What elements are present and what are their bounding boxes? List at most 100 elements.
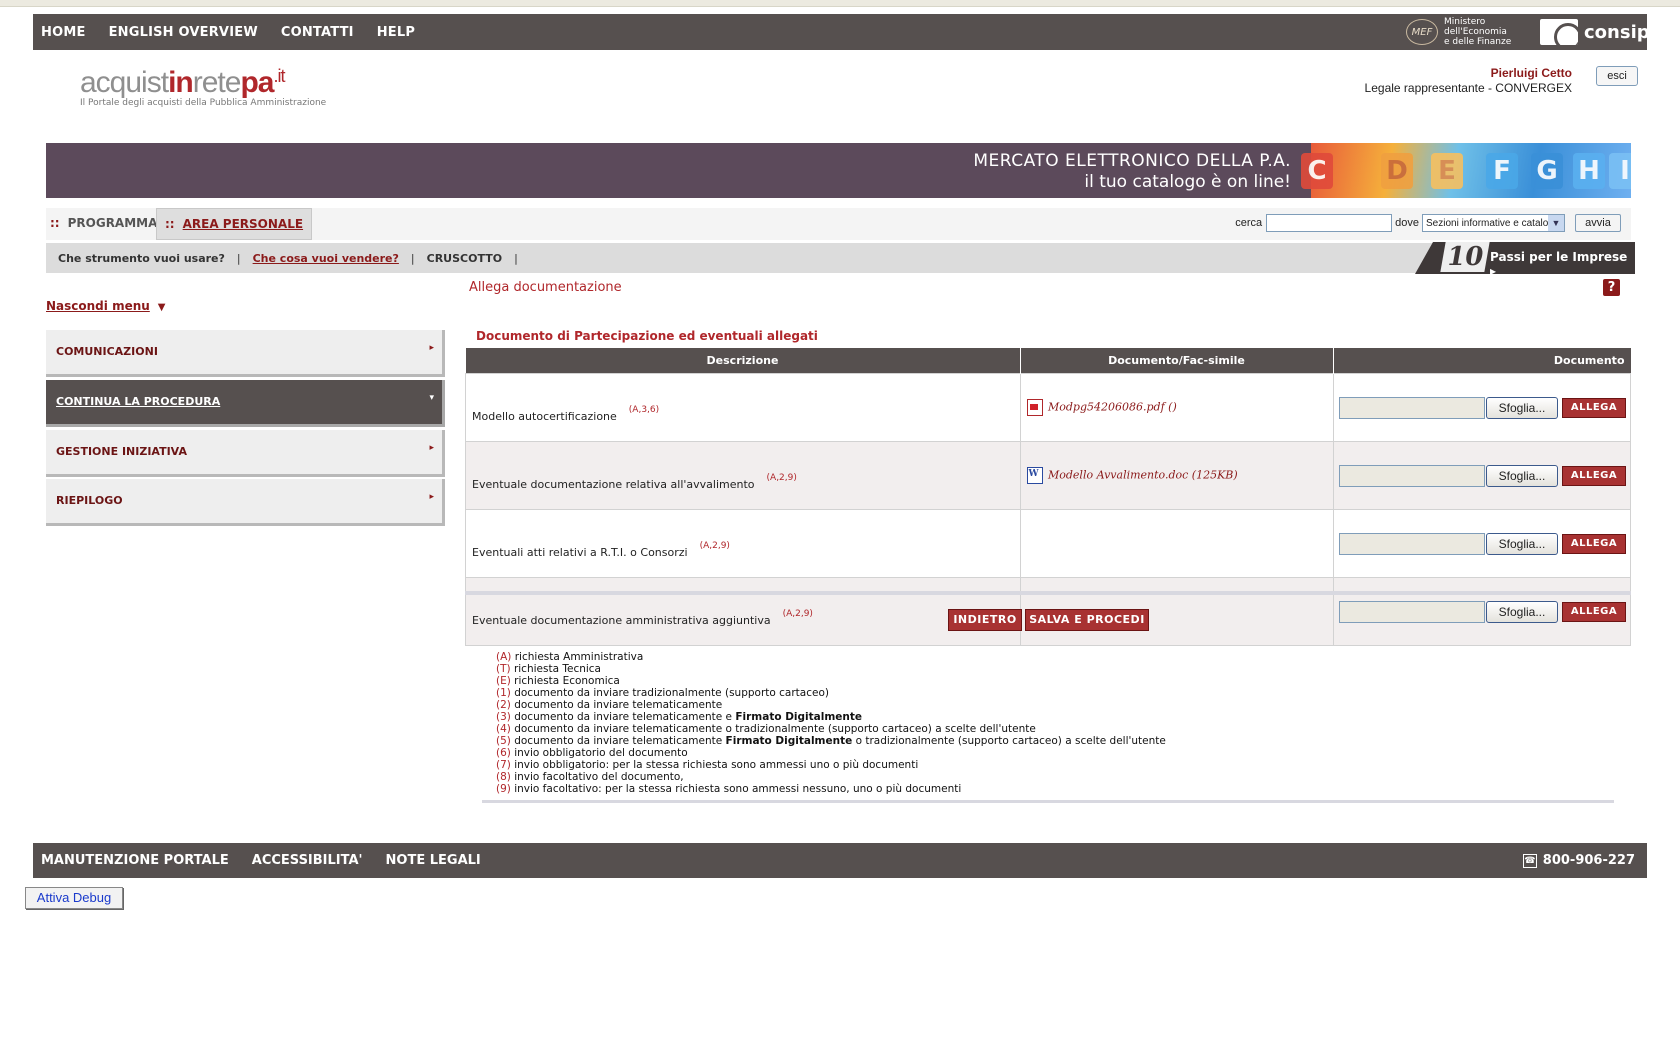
legend-item: (E) richiesta Economica [496, 675, 1166, 687]
search-scope-select[interactable]: Sezioni informative e catalogo ▼ [1422, 214, 1565, 232]
save-and-proceed-button[interactable]: SALVA E PROCEDI [1025, 609, 1149, 631]
search-where-label: dove [1395, 217, 1419, 229]
legend-item: (6) invio obbligatorio del documento [496, 747, 1166, 759]
menu-label: COMUNICAZIONI [56, 345, 158, 358]
grip-icon: :: [50, 216, 60, 230]
table-header-row: Descrizione Documento/Fac-simile Documen… [465, 348, 1631, 374]
browse-button[interactable]: Sfoglia... [1486, 464, 1558, 487]
user-role: Legale rappresentante - CONVERGEX [1364, 81, 1572, 95]
grip-icon: :: [165, 217, 175, 231]
search-button[interactable]: avvia [1575, 214, 1621, 232]
nav-contatti[interactable]: CONTATTI [281, 25, 354, 40]
table-row: Eventuale documentazione relativa all'av… [465, 441, 1631, 510]
template-file-link[interactable]: Modello Avvalimento.doc (125KB) [1019, 441, 1334, 510]
search-label: cerca [1235, 217, 1263, 229]
table-bottom-bar [465, 591, 1631, 595]
table-row: Eventuali atti relativi a R.T.I. o Conso… [465, 509, 1631, 578]
subnav-cosa-vendere[interactable]: Che cosa vuoi vendere? [253, 252, 399, 265]
attach-button[interactable]: ALLEGA [1562, 465, 1626, 486]
mef-line-3: e delle Finanze [1444, 37, 1512, 47]
menu-continua-procedura[interactable]: CONTINUA LA PROCEDURA ▾ [46, 380, 445, 427]
nav-help[interactable]: HELP [377, 25, 415, 40]
menu-comunicazioni[interactable]: COMUNICAZIONI ▸ [46, 330, 445, 377]
banner-image: C D E F G H I [1301, 143, 1631, 198]
nav-home[interactable]: HOME [41, 25, 86, 40]
mef-line-1: Ministero [1444, 17, 1486, 27]
legend-key: (6) [496, 747, 511, 759]
banner-tile: I [1609, 153, 1631, 189]
search-bar: cerca dove Sezioni informative e catalog… [1235, 214, 1621, 232]
subnav-cruscotto[interactable]: CRUSCOTTO [427, 252, 502, 265]
banner-subtitle: il tuo catalogo è on line! [1084, 172, 1291, 192]
file-path-input[interactable] [1339, 600, 1485, 623]
hide-menu-link[interactable]: Nascondi menu ▼ [46, 299, 166, 313]
debug-button[interactable]: Attiva Debug [25, 887, 123, 909]
legend-text: invio obbligatorio del documento [514, 747, 688, 759]
sub-navigation: Che strumento vuoi usare? | Che cosa vuo… [46, 243, 1631, 273]
template-file-link[interactable]: Modpg54206086.pdf () [1019, 373, 1334, 442]
row-description: Modello autocertificazione (A,3,6) [465, 373, 1021, 442]
attach-button[interactable]: ALLEGA [1562, 533, 1626, 554]
promo-banner[interactable]: MERCATO ELETTRONICO DELLA P.A. il tuo ca… [46, 143, 1631, 198]
mef-logo-link[interactable]: MEF Ministero dell'Economia e delle Fina… [1406, 17, 1512, 47]
legend-key: (3) [496, 711, 511, 723]
legend-key: (5) [496, 735, 511, 747]
file-path-input[interactable] [1339, 532, 1485, 555]
subnav-separator: | [514, 251, 518, 265]
legend-item: (A) richiesta Amministrativa [496, 651, 1166, 663]
word-file-icon [1026, 467, 1043, 484]
site-tagline: Il Portale degli acquisti della Pubblica… [80, 98, 327, 108]
column-header: Documento/Fac-simile [1019, 348, 1333, 374]
attach-button[interactable]: ALLEGA [1562, 601, 1626, 622]
subnav-items: Che strumento vuoi usare? | Che cosa vuo… [58, 243, 530, 273]
legend-text: o tradizionalmente (supporto cartaceo) a… [855, 735, 1166, 747]
back-button[interactable]: INDIETRO [948, 609, 1022, 631]
file-path-input[interactable] [1339, 464, 1485, 487]
arrow-right-icon: ▸ [1490, 264, 1497, 278]
legend-text: documento da inviare telematicamente [514, 699, 723, 711]
logo-part-1: acquist [80, 66, 169, 99]
top-nav: HOME ENGLISH OVERVIEW CONTATTI HELP [41, 14, 438, 50]
subnav-strumento[interactable]: Che strumento vuoi usare? [58, 252, 225, 265]
triangle-down-icon: ▼ [157, 302, 166, 313]
file-name: Modpg54206086.pdf () [1048, 400, 1177, 414]
help-icon[interactable]: ? [1603, 279, 1620, 296]
menu-gestione-iniziativa[interactable]: GESTIONE INIZIATIVA ▸ [46, 430, 445, 477]
file-path-input[interactable] [1339, 396, 1485, 419]
upload-cell: Sfoglia... ALLEGA [1332, 373, 1631, 442]
logo-part-3: rete [192, 66, 242, 99]
tab-area-personale[interactable]: :: AREA PERSONALE [156, 208, 313, 240]
legend-key: (4) [496, 723, 511, 735]
legend-bold: Firmato Digitalmente [735, 711, 863, 723]
phone-number: ☎ 800-906-227 [1522, 843, 1635, 878]
arrow-down-icon: ▾ [429, 393, 434, 403]
column-header: Documento [1332, 348, 1631, 374]
requirement-codes: (A,3,6) [628, 405, 660, 415]
legend-item: (T) richiesta Tecnica [496, 663, 1166, 675]
tab-programma[interactable]: :: PROGRAMMA [50, 208, 157, 238]
browse-button[interactable]: Sfoglia... [1486, 396, 1558, 419]
legend-item: (9) invio facoltativo: per la stessa ric… [496, 783, 1166, 795]
logout-button[interactable]: esci [1596, 66, 1638, 86]
site-logo[interactable]: acquistinretepa.it Il Portale degli acqu… [80, 66, 326, 108]
legend-text: invio obbligatorio: per la stessa richie… [514, 759, 919, 771]
legend-key: (T) [496, 663, 511, 675]
banner-tile: E [1431, 153, 1463, 189]
ten-steps-banner[interactable]: 10 Passi per le Imprese ▸ [1415, 242, 1635, 274]
ten-steps-label: Passi per le Imprese ▸ [1490, 250, 1635, 278]
menu-riepilogo[interactable]: RIEPILOGO ▸ [46, 479, 445, 526]
browse-button[interactable]: Sfoglia... [1486, 532, 1558, 555]
browse-button[interactable]: Sfoglia... [1486, 600, 1558, 623]
footer-accessibilita[interactable]: ACCESSIBILITA' [252, 853, 363, 868]
nav-english-overview[interactable]: ENGLISH OVERVIEW [109, 25, 258, 40]
attach-button[interactable]: ALLEGA [1562, 397, 1626, 418]
legend-bold: Firmato Digitalmente [725, 735, 853, 747]
footer-manutenzione[interactable]: MANUTENZIONE PORTALE [41, 853, 229, 868]
top-strip [0, 0, 1680, 7]
footer-note-legali[interactable]: NOTE LEGALI [386, 853, 481, 868]
consip-logo-link[interactable]: consip [1540, 18, 1650, 46]
ten-steps-text: Passi per le Imprese [1490, 250, 1628, 264]
legend-text: richiesta Economica [514, 675, 620, 687]
search-input[interactable] [1266, 214, 1393, 232]
menu-label: CONTINUA LA PROCEDURA [56, 395, 221, 408]
